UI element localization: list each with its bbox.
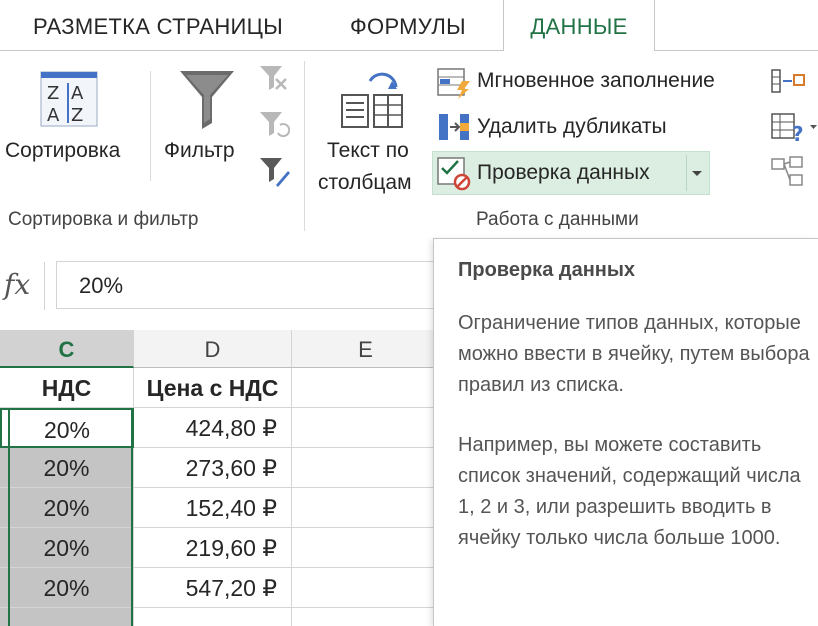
svg-text:Z: Z bbox=[47, 83, 59, 104]
advanced-filter-icon[interactable] bbox=[258, 155, 290, 189]
separator bbox=[150, 71, 151, 181]
text-to-columns-button-line2[interactable]: столбцам bbox=[318, 171, 412, 195]
tab-page-layout[interactable]: РАЗМЕТКА СТРАНИЦЫ bbox=[33, 0, 283, 50]
svg-text:?: ? bbox=[792, 122, 804, 145]
flash-fill-button[interactable]: Мгновенное заполнение bbox=[477, 69, 715, 93]
cell-c[interactable]: 20% bbox=[0, 448, 134, 488]
data-validation-tooltip: Проверка данных Ограничение типов данных… bbox=[433, 238, 818, 626]
cell-e[interactable] bbox=[292, 448, 440, 488]
selection-border-right bbox=[131, 408, 133, 626]
cell-c-header[interactable]: НДС bbox=[0, 368, 134, 408]
selection-border-left bbox=[8, 408, 10, 626]
tooltip-title: Проверка данных bbox=[458, 259, 636, 281]
cell-c[interactable]: 20% bbox=[0, 528, 134, 568]
filter-funnel-icon bbox=[178, 67, 236, 131]
cell-e-header[interactable] bbox=[292, 368, 440, 408]
reapply-filter-icon[interactable] bbox=[258, 109, 291, 141]
tab-data[interactable]: ДАННЫЕ bbox=[503, 0, 655, 51]
split-divider bbox=[686, 155, 687, 191]
cell-d[interactable]: 219,60 ₽ bbox=[134, 528, 292, 568]
cell-c[interactable]: 20% bbox=[0, 488, 134, 528]
group-label-sort-filter: Сортировка и фильтр bbox=[8, 209, 199, 230]
cell-d[interactable]: 273,60 ₽ bbox=[134, 448, 292, 488]
cell-e[interactable] bbox=[292, 528, 440, 568]
column-header-d[interactable]: D bbox=[134, 330, 292, 368]
clear-filter-icon[interactable] bbox=[258, 63, 290, 93]
cell-d[interactable]: 424,80 ₽ bbox=[134, 408, 292, 448]
ribbon-tab-bar: РАЗМЕТКА СТРАНИЦЫ ФОРМУЛЫ ДАННЫЕ bbox=[0, 0, 818, 51]
fx-icon: fx bbox=[4, 268, 31, 301]
cell-d-header[interactable]: Цена с НДС bbox=[134, 368, 292, 408]
tooltip-paragraph-1: Ограничение типов данных, которые можно … bbox=[458, 312, 810, 396]
cell-c-partial[interactable] bbox=[0, 608, 134, 626]
text-to-columns-button-line1[interactable]: Текст по bbox=[327, 139, 409, 163]
group-separator bbox=[304, 61, 305, 231]
what-if-analysis-icon[interactable]: ? bbox=[770, 111, 818, 146]
column-header-e[interactable]: E bbox=[292, 330, 440, 368]
cell-e[interactable] bbox=[292, 488, 440, 528]
svg-text:A: A bbox=[47, 105, 60, 126]
sort-az-icon: Z A A Z bbox=[38, 69, 100, 129]
cell-c-active[interactable]: 20% bbox=[0, 408, 134, 448]
cell-e[interactable] bbox=[292, 408, 440, 448]
insert-function-button[interactable]: fx bbox=[0, 262, 45, 310]
remove-duplicates-button[interactable]: Удалить дубликаты bbox=[477, 115, 667, 139]
cell-d-partial[interactable] bbox=[134, 608, 292, 626]
formula-input[interactable]: 20% bbox=[56, 261, 440, 309]
cell-e-partial[interactable] bbox=[292, 608, 440, 626]
data-validation-label: Проверка данных bbox=[477, 161, 650, 184]
group-label-data-tools: Работа с данными bbox=[476, 209, 639, 230]
flash-fill-icon bbox=[436, 67, 472, 99]
dropdown-arrow-icon[interactable] bbox=[688, 165, 706, 181]
cell-d[interactable]: 152,40 ₽ bbox=[134, 488, 292, 528]
cell-d[interactable]: 547,20 ₽ bbox=[134, 568, 292, 608]
column-header-c[interactable]: C bbox=[0, 330, 134, 368]
filter-button[interactable]: Фильтр bbox=[164, 139, 235, 163]
svg-text:Z: Z bbox=[71, 105, 83, 126]
tooltip-paragraph-2: Например, вы можете составить список зна… bbox=[458, 434, 801, 549]
cell-e[interactable] bbox=[292, 568, 440, 608]
consolidate-icon[interactable] bbox=[770, 67, 806, 95]
ribbon-panel: Z A A Z Сортировка Фильтр Сортировка и ф… bbox=[0, 50, 818, 240]
remove-duplicates-icon bbox=[436, 111, 472, 143]
sort-button[interactable]: Сортировка bbox=[5, 139, 120, 163]
cell-c[interactable]: 20% bbox=[0, 568, 134, 608]
tab-formulas[interactable]: ФОРМУЛЫ bbox=[350, 0, 466, 50]
relationships-icon[interactable] bbox=[770, 155, 806, 189]
svg-text:A: A bbox=[71, 83, 84, 104]
data-validation-icon bbox=[436, 155, 472, 191]
text-to-columns-icon bbox=[340, 67, 406, 133]
